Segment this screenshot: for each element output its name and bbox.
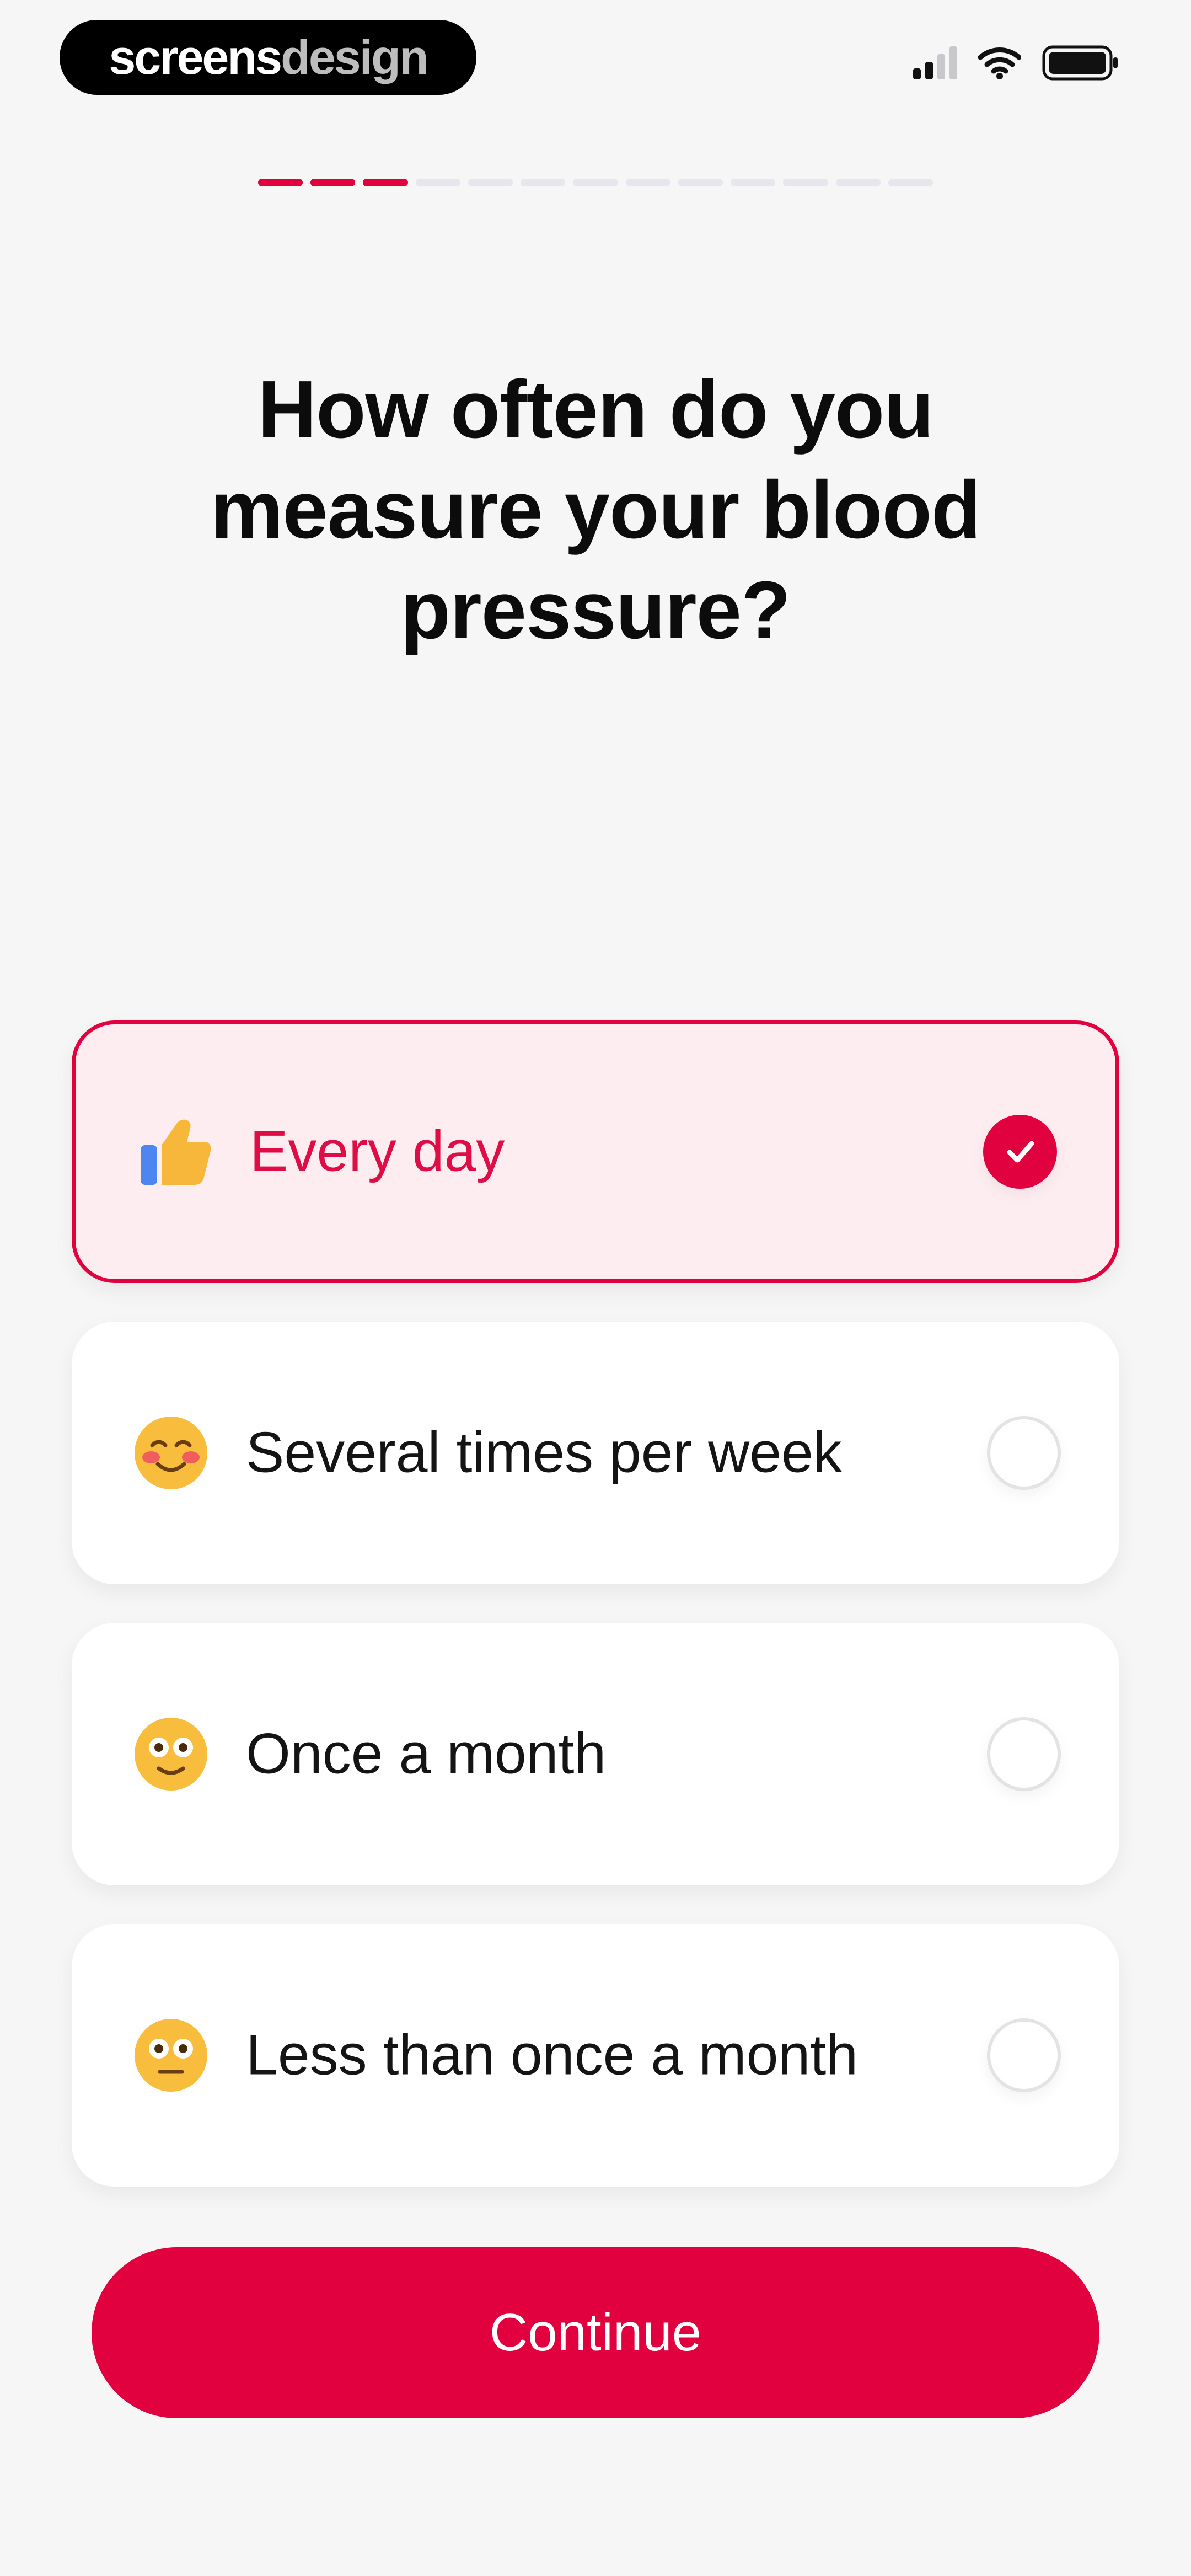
onboarding-screen: screens design How often do you measure yo… [0,0,1191,2576]
option-several-times-per-week[interactable]: Several times per week [72,1322,1119,1584]
question-title-text: How often do you measure your blood pressu… [210,364,981,656]
brand-part-2: design [281,30,429,84]
question-title: How often do you measure your blood pressu… [0,360,1191,661]
thumbs-up-icon [136,1113,213,1190]
radio-unchecked[interactable] [987,2018,1061,2092]
progress-segment [468,179,513,186]
progress-segment [678,179,723,186]
radio-unchecked[interactable] [987,1717,1061,1791]
option-label: Less than once a month [246,2023,859,2087]
option-every-day[interactable]: Every day [72,1020,1119,1283]
progress-segment [310,179,356,186]
progress-bar [258,179,934,186]
brand-part-1: screens [109,30,282,84]
progress-segment [835,179,881,186]
wifi-icon [978,47,1021,79]
smiling-face-icon [132,1414,210,1492]
status-bar [913,45,1119,81]
radio-unchecked[interactable] [987,1416,1061,1490]
progress-segment [363,179,408,186]
option-label: Once a month [246,1722,607,1786]
radio-checked[interactable] [983,1115,1057,1189]
continue-button[interactable]: Continue [92,2247,1099,2418]
progress-segment [783,179,828,186]
battery-icon [1042,45,1118,81]
option-label: Every day [250,1119,505,1184]
progress-segment [573,179,618,186]
option-label: Several times per week [246,1420,842,1485]
progress-segment [521,179,566,186]
progress-segment [625,179,670,186]
option-once-a-month[interactable]: Once a month [72,1623,1119,1885]
progress-segment [888,179,934,186]
wide-eyed-face-icon [132,1715,210,1793]
option-less-than-once-a-month[interactable]: Less than once a month [72,1924,1119,2187]
neutral-face-icon [132,2017,210,2094]
progress-segment [415,179,460,186]
brand-badge: screens design [60,20,476,95]
cellular-signal-icon [913,46,957,79]
answer-options: Every day Several times per week Once a … [72,1020,1119,2225]
check-icon [1007,1141,1034,1163]
progress-segment [731,179,776,186]
progress-segment [258,179,303,186]
